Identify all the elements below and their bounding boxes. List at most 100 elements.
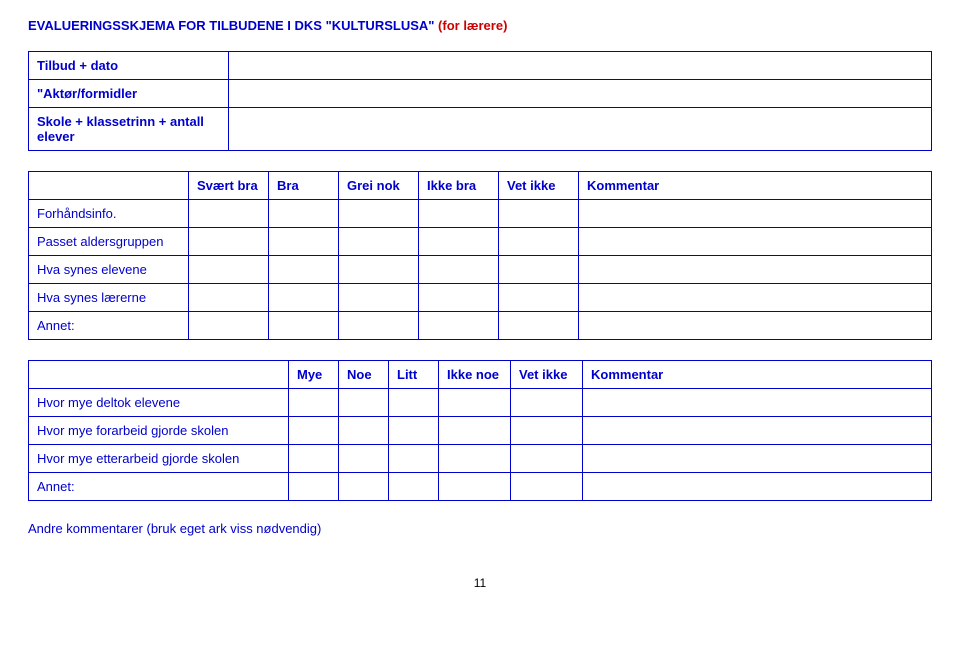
part-header-empty <box>29 361 289 389</box>
rating-header-empty <box>29 172 189 200</box>
page-number: 11 <box>28 576 932 590</box>
rating-cell[interactable] <box>419 200 499 228</box>
part-row-annet: Annet: <box>29 473 932 501</box>
rating-cell[interactable] <box>339 284 419 312</box>
rating-cell[interactable] <box>189 284 269 312</box>
rating-header-grei-nok: Grei nok <box>339 172 419 200</box>
part-row-forarbeid: Hvor mye forarbeid gjorde skolen <box>29 417 932 445</box>
part-cell[interactable] <box>289 445 339 473</box>
rating-row-laererne: Hva synes lærerne <box>29 284 932 312</box>
rating-comment[interactable] <box>579 256 932 284</box>
part-cell[interactable] <box>511 473 583 501</box>
page-title: EVALUERINGSSKJEMA FOR TILBUDENE I DKS "K… <box>28 18 932 33</box>
rating-cell[interactable] <box>499 228 579 256</box>
title-main: EVALUERINGSSKJEMA FOR TILBUDENE I DKS "K… <box>28 18 438 33</box>
part-cell[interactable] <box>439 389 511 417</box>
rating-cell[interactable] <box>189 312 269 340</box>
rating-label-elevene: Hva synes elevene <box>29 256 189 284</box>
part-cell[interactable] <box>511 417 583 445</box>
rating-label-laererne: Hva synes lærerne <box>29 284 189 312</box>
part-cell[interactable] <box>389 445 439 473</box>
rating-header-ikke-bra: Ikke bra <box>419 172 499 200</box>
rating-row-elevene: Hva synes elevene <box>29 256 932 284</box>
part-cell[interactable] <box>339 389 389 417</box>
part-header-mye: Mye <box>289 361 339 389</box>
part-header-vet-ikke: Vet ikke <box>511 361 583 389</box>
part-cell[interactable] <box>389 417 439 445</box>
rating-header-svaert-bra: Svært bra <box>189 172 269 200</box>
rating-cell[interactable] <box>419 256 499 284</box>
info-aktor-label: "Aktør/formidler <box>29 80 229 108</box>
rating-cell[interactable] <box>269 200 339 228</box>
part-cell[interactable] <box>439 417 511 445</box>
rating-label-passet: Passet aldersgruppen <box>29 228 189 256</box>
part-cell[interactable] <box>511 445 583 473</box>
rating-cell[interactable] <box>269 312 339 340</box>
part-comment[interactable] <box>583 389 932 417</box>
rating-header-kommentar: Kommentar <box>579 172 932 200</box>
info-tilbud-value[interactable] <box>229 52 932 80</box>
part-cell[interactable] <box>289 473 339 501</box>
part-cell[interactable] <box>339 417 389 445</box>
footer-note: Andre kommentarer (bruk eget ark viss nø… <box>28 521 932 536</box>
rating-header-vet-ikke: Vet ikke <box>499 172 579 200</box>
rating-cell[interactable] <box>269 256 339 284</box>
part-comment[interactable] <box>583 473 932 501</box>
rating-comment[interactable] <box>579 228 932 256</box>
rating-cell[interactable] <box>419 312 499 340</box>
rating-label-forhand: Forhåndsinfo. <box>29 200 189 228</box>
part-cell[interactable] <box>289 389 339 417</box>
part-cell[interactable] <box>511 389 583 417</box>
rating-header-bra: Bra <box>269 172 339 200</box>
rating-row-forhand: Forhåndsinfo. <box>29 200 932 228</box>
part-cell[interactable] <box>389 473 439 501</box>
part-cell[interactable] <box>339 445 389 473</box>
rating-cell[interactable] <box>339 256 419 284</box>
info-aktor-value[interactable] <box>229 80 932 108</box>
info-tilbud-label: Tilbud + dato <box>29 52 229 80</box>
part-cell[interactable] <box>389 389 439 417</box>
rating-cell[interactable] <box>419 284 499 312</box>
part-row-deltok: Hvor mye deltok elevene <box>29 389 932 417</box>
rating-cell[interactable] <box>499 284 579 312</box>
part-comment[interactable] <box>583 417 932 445</box>
part-header-kommentar: Kommentar <box>583 361 932 389</box>
rating-comment[interactable] <box>579 200 932 228</box>
rating-cell[interactable] <box>339 312 419 340</box>
rating-row-annet: Annet: <box>29 312 932 340</box>
rating-cell[interactable] <box>339 200 419 228</box>
rating-cell[interactable] <box>269 284 339 312</box>
rating-cell[interactable] <box>269 228 339 256</box>
rating-comment[interactable] <box>579 312 932 340</box>
part-header-ikke-noe: Ikke noe <box>439 361 511 389</box>
part-header-litt: Litt <box>389 361 439 389</box>
participation-table: Mye Noe Litt Ikke noe Vet ikke Kommentar… <box>28 360 932 501</box>
part-comment[interactable] <box>583 445 932 473</box>
info-table: Tilbud + dato "Aktør/formidler Skole + k… <box>28 51 932 151</box>
part-cell[interactable] <box>439 473 511 501</box>
rating-comment[interactable] <box>579 284 932 312</box>
part-cell[interactable] <box>339 473 389 501</box>
part-cell[interactable] <box>439 445 511 473</box>
rating-cell[interactable] <box>499 200 579 228</box>
rating-cell[interactable] <box>189 200 269 228</box>
part-label-etterarbeid: Hvor mye etterarbeid gjorde skolen <box>29 445 289 473</box>
rating-cell[interactable] <box>189 228 269 256</box>
part-cell[interactable] <box>289 417 339 445</box>
info-skole-value[interactable] <box>229 108 932 151</box>
rating-label-annet: Annet: <box>29 312 189 340</box>
rating-table: Svært bra Bra Grei nok Ikke bra Vet ikke… <box>28 171 932 340</box>
rating-cell[interactable] <box>339 228 419 256</box>
part-row-etterarbeid: Hvor mye etterarbeid gjorde skolen <box>29 445 932 473</box>
rating-row-passet: Passet aldersgruppen <box>29 228 932 256</box>
part-label-deltok: Hvor mye deltok elevene <box>29 389 289 417</box>
part-label-forarbeid: Hvor mye forarbeid gjorde skolen <box>29 417 289 445</box>
rating-cell[interactable] <box>499 256 579 284</box>
rating-cell[interactable] <box>189 256 269 284</box>
rating-cell[interactable] <box>499 312 579 340</box>
part-label-annet: Annet: <box>29 473 289 501</box>
rating-cell[interactable] <box>419 228 499 256</box>
part-header-noe: Noe <box>339 361 389 389</box>
info-skole-label: Skole + klassetrinn + antall elever <box>29 108 229 151</box>
title-sub: (for lærere) <box>438 18 507 33</box>
